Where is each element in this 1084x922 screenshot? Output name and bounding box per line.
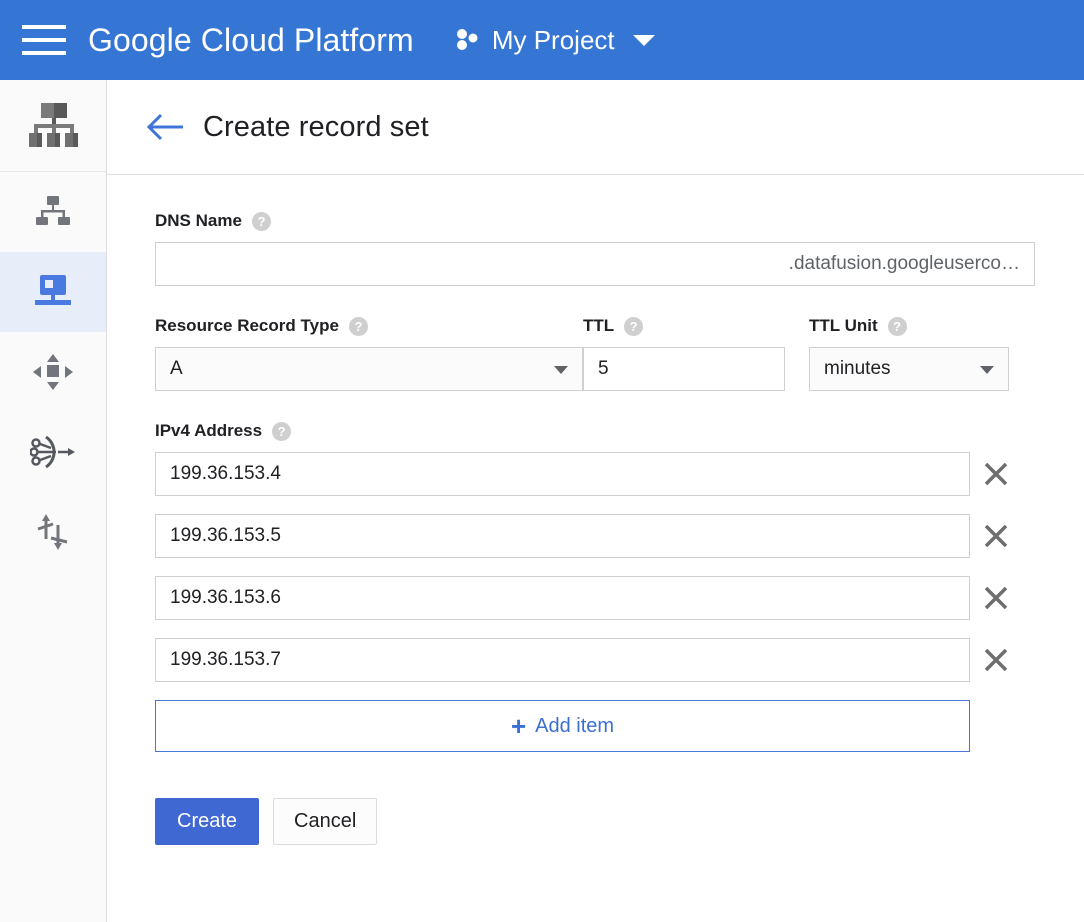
back-arrow-icon[interactable] [145,107,185,147]
ipv4-address-row [155,638,1084,682]
chevron-down-icon [554,366,568,374]
close-x-icon[interactable] [970,452,1022,496]
form-actions: Create Cancel [155,798,1084,845]
help-circle-icon[interactable]: ? [888,317,907,336]
ipv4-address-input[interactable] [155,514,970,558]
ipv4-label: IPv4 Address [155,421,262,441]
page-header: Create record set [107,80,1084,175]
hamburger-bar [22,38,66,42]
dns-monitor-icon [32,274,74,310]
create-button[interactable]: Create [155,798,259,845]
help-circle-icon[interactable]: ? [349,317,368,336]
resource-record-type-group: Resource Record Type ? A [155,316,583,391]
sidebar-item-routes[interactable] [0,492,106,572]
routes-icon [33,513,73,551]
brand-title: Google Cloud Platform [88,22,414,59]
ipv4-address-input[interactable] [155,452,970,496]
record-settings-row: Resource Record Type ? A TTL ? TTL Unit [155,316,1084,391]
sidebar-item-vpc-networks[interactable] [0,172,106,252]
resource-record-type-label: Resource Record Type [155,316,339,336]
ttl-unit-group: TTL Unit ? minutes [809,316,1009,391]
dns-name-label: DNS Name [155,211,242,231]
project-dots-icon [454,27,480,53]
help-circle-icon[interactable]: ? [624,317,643,336]
rail-product-header[interactable] [0,80,106,172]
project-selector[interactable]: My Project [454,25,655,56]
hamburger-bar [22,25,66,29]
hamburger-menu-icon[interactable] [22,25,66,55]
ttl-unit-value: minutes [824,358,891,380]
ttl-input[interactable] [583,347,785,391]
resource-record-type-select[interactable]: A [155,347,583,391]
network-hierarchy-icon [25,101,81,151]
close-x-icon[interactable] [970,576,1022,620]
chevron-down-icon [633,35,655,46]
close-x-icon[interactable] [970,514,1022,558]
plus-icon: + [511,713,526,739]
sidebar-item-external-ip-addresses[interactable] [0,332,106,412]
chevron-down-icon [980,366,994,374]
cancel-button[interactable]: Cancel [273,798,377,845]
ttl-label: TTL [583,316,614,336]
left-icon-rail [0,80,107,922]
sidebar-item-load-balancing[interactable] [0,412,106,492]
ipv4-address-row [155,514,1084,558]
dns-name-label-row: DNS Name ? [155,211,1084,231]
dns-name-input[interactable] [155,242,1035,286]
ttl-unit-label: TTL Unit [809,316,878,336]
hamburger-bar [22,51,66,55]
load-balancer-icon [30,433,76,471]
ttl-unit-select[interactable]: minutes [809,347,1009,391]
ipv4-address-row [155,576,1084,620]
ipv4-label-row: IPv4 Address ? [155,421,1084,441]
page-title: Create record set [203,111,429,144]
create-record-set-form: DNS Name ? Resource Record Type ? A TTL … [107,175,1084,845]
add-item-button[interactable]: + Add item [155,700,970,752]
resource-record-type-label-row: Resource Record Type ? [155,316,583,336]
ttl-group: TTL ? [583,316,809,391]
help-circle-icon[interactable]: ? [252,212,271,231]
vpc-network-icon [34,195,72,229]
add-item-label: Add item [535,715,614,738]
sidebar-item-cloud-dns[interactable] [0,252,106,332]
ttl-label-row: TTL ? [583,316,809,336]
close-x-icon[interactable] [970,638,1022,682]
ipv4-address-input[interactable] [155,638,970,682]
help-circle-icon[interactable]: ? [272,422,291,441]
ipv4-address-row [155,452,1084,496]
top-app-bar: Google Cloud Platform My Project [0,0,1084,80]
project-name: My Project [492,25,615,56]
resource-record-type-value: A [170,358,183,380]
external-ip-move-icon [32,353,74,391]
main-content: Create record set DNS Name ? Resource Re… [107,80,1084,922]
ttl-unit-label-row: TTL Unit ? [809,316,1009,336]
ipv4-address-input[interactable] [155,576,970,620]
ipv4-address-list [155,452,1084,682]
